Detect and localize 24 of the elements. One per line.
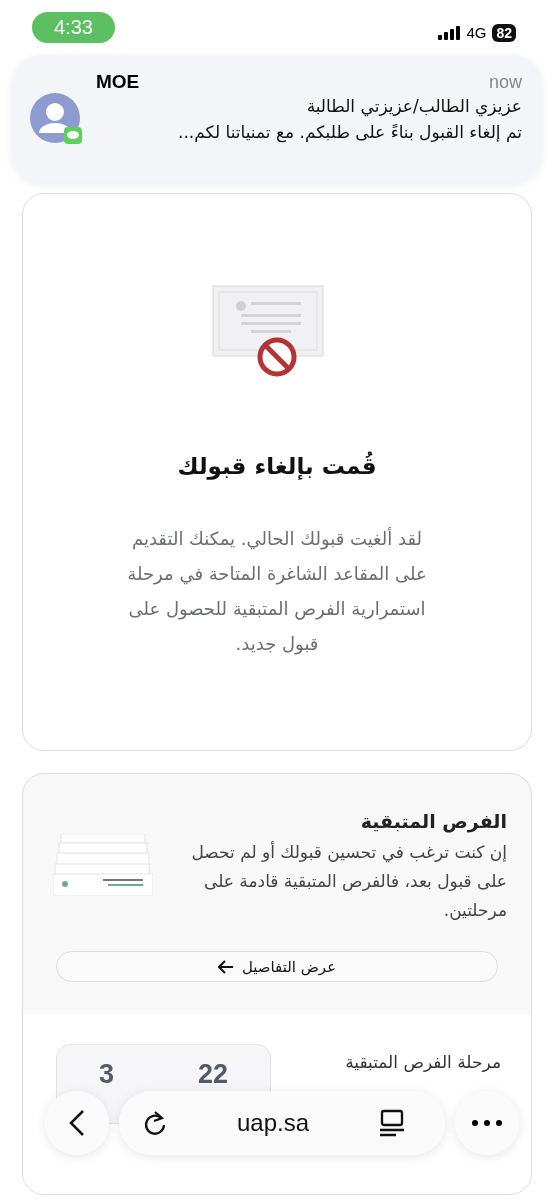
signal-icon	[438, 25, 461, 40]
date-number: 3	[99, 1059, 115, 1091]
notification-sender: MOE	[96, 71, 140, 93]
status-message: لقد ألغيت قبولك الحالي. يمكنك التقديم على المقاعد الشاغرة المتاحة في مرحلة استمرارية الفرص المتبقية للحصول على قبول جديد.	[126, 526, 428, 657]
notification-time: now	[488, 72, 522, 93]
back-icon	[69, 1109, 85, 1137]
notification-text: تم إلغاء القبول بناءً على طلبكم. مع تمنياتنا لكم...	[177, 121, 522, 145]
url-text[interactable]: uap.sa	[236, 1109, 310, 1137]
network-type: 4G	[466, 24, 487, 41]
notification-text: عزيزي الطالب/عزيزتي الطالبة	[305, 95, 522, 119]
address-bar[interactable]: uap.sa	[119, 1091, 445, 1155]
reload-icon[interactable]	[143, 1110, 167, 1136]
phase-title: مرحلة الفرص المتبقية	[344, 1052, 501, 1072]
date-number: 22	[198, 1059, 229, 1091]
section-description: إن كنت ترغب في تحسين قبولك أو لم تحصل على قبول بعد، فالفرص المتبقية قادمة على مرحلتين.	[190, 840, 507, 922]
section-title: الفرص المتبقية	[359, 810, 507, 832]
arrow-left-icon	[217, 959, 234, 974]
status-title: قُمت بإلغاء قبولك	[177, 453, 377, 479]
battery-level: 82	[492, 23, 516, 42]
more-icon	[472, 1120, 502, 1126]
avatar-icon	[30, 93, 82, 145]
clock: 4:33	[32, 12, 115, 43]
reader-icon[interactable]	[379, 1109, 405, 1137]
details-button[interactable]: عرض التفاصيل	[56, 951, 498, 982]
